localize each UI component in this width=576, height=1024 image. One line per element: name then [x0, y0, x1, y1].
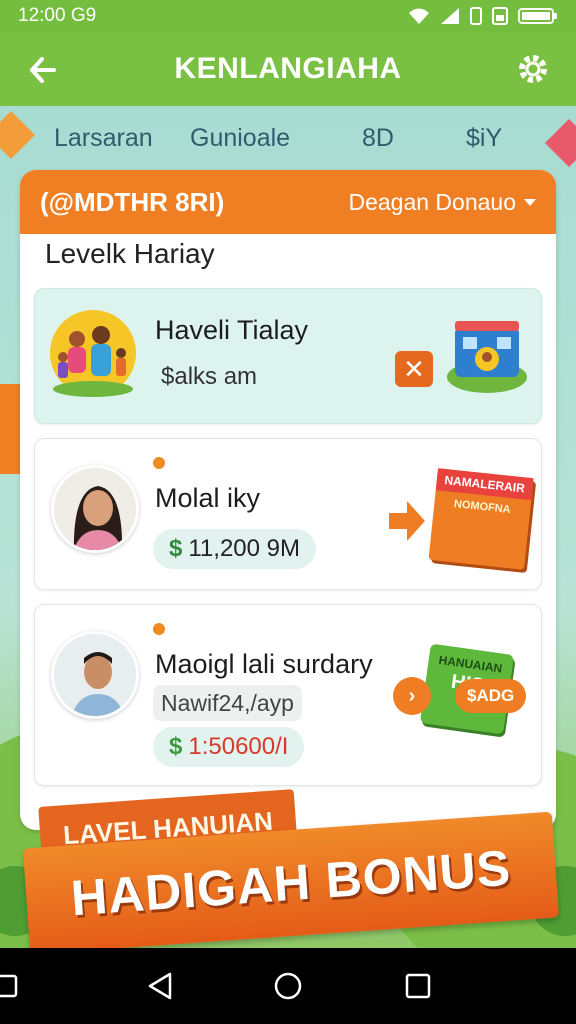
tab-1[interactable]: Larsaran — [54, 124, 153, 153]
signal-icon — [441, 8, 459, 24]
item-amount: 11,200 9M — [188, 535, 300, 562]
tab-3[interactable]: 8D — [362, 124, 394, 153]
item-name: Molal iky — [155, 483, 261, 513]
store-illustration-icon — [447, 321, 527, 393]
avatar — [51, 465, 139, 553]
side-decoration — [0, 384, 22, 474]
battery-icon — [518, 8, 557, 24]
status-dot — [153, 623, 165, 635]
app-bar: KENLANGIAHA — [0, 32, 576, 106]
person-male-icon — [54, 634, 136, 716]
person-female-icon — [54, 468, 136, 550]
currency-prefix: $ — [169, 535, 183, 562]
status-dot — [153, 457, 165, 469]
settings-gear-icon[interactable] — [514, 50, 552, 88]
banner-title: HADIGAH BONUS — [69, 839, 513, 927]
recent-partial-icon — [0, 974, 18, 998]
card-icon — [492, 7, 508, 25]
close-icon[interactable]: ✕ — [395, 351, 433, 387]
list-item[interactable]: Molal iky $ 11,200 9M NAMALERAIR NOMOFNA — [34, 438, 542, 590]
tab-2[interactable]: Gunioale — [190, 124, 290, 153]
item-subtitle: $alks am — [161, 363, 258, 390]
section-title: Levelk Hariay — [45, 238, 215, 269]
recents-square-icon[interactable] — [404, 972, 432, 1000]
list-item[interactable]: Haveli Tialay $alks am ✕ — [34, 288, 542, 424]
dropdown-label: Deagan Donauo — [348, 188, 516, 215]
status-bar: 12:00 G9 — [0, 0, 576, 32]
status-time: 12:00 G9 — [18, 5, 97, 26]
amount-pill: $ 1:50600/I — [153, 727, 305, 767]
item-amount: 1:50600/I — [188, 733, 289, 760]
item-meta: Nawif24,/ayp — [153, 685, 302, 721]
back-triangle-icon[interactable] — [146, 972, 174, 1000]
chevron-down-icon — [524, 198, 536, 206]
back-arrow-icon[interactable] — [24, 50, 64, 90]
list-item[interactable]: Maoigl lali surdary Nawif24,/ayp $ 1:506… — [34, 604, 542, 786]
sim-icon — [470, 7, 482, 25]
category-dropdown[interactable]: Deagan Donauo — [348, 189, 536, 216]
tab-4[interactable]: $iY — [466, 124, 502, 153]
arrow-right-icon — [389, 501, 425, 541]
card-header: (@MDTHR 8RI) Deagan Donauo — [20, 170, 556, 234]
app-title: KENLANGIAHA — [174, 52, 402, 85]
book-graphic: NAMALERAIR NOMOFNA — [428, 468, 534, 570]
wifi-icon — [409, 8, 429, 24]
card-header-title: (@MDTHR 8RI) — [40, 186, 225, 217]
status-icons — [408, 7, 558, 25]
avatar — [51, 631, 139, 719]
tab-bar: Larsaran Gunioale 8D $iY — [0, 118, 576, 160]
home-circle-icon[interactable] — [274, 972, 302, 1000]
item-name: Haveli Tialay — [155, 315, 309, 345]
system-nav-bar — [0, 948, 576, 1024]
rewards-card: (@MDTHR 8RI) Deagan Donauo Levelk Hariay… — [20, 170, 556, 830]
arrow-right-icon: › — [393, 677, 431, 715]
currency-prefix: $ — [169, 733, 183, 760]
amount-pill: $ 11,200 9M — [153, 529, 316, 569]
family-illustration-icon — [50, 310, 136, 397]
item-name: Maoigl lali surdary — [155, 649, 373, 679]
ticket-badge: $ADG — [455, 679, 527, 713]
